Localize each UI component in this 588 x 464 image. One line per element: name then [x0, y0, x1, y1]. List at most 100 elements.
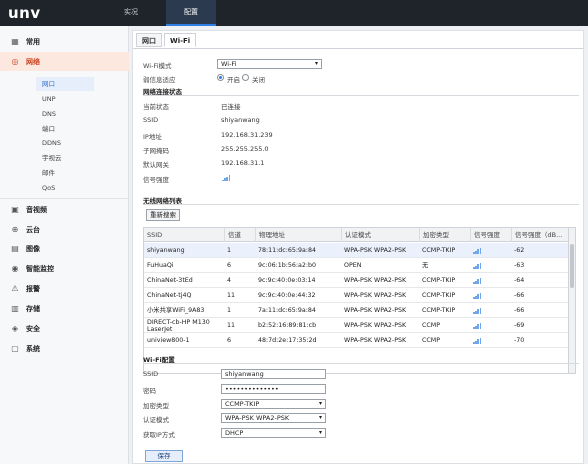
table-row[interactable]: shiyanwang 1 78:11:dc:65:9a:84 WPA-PSK WPA2…	[144, 243, 568, 258]
table-cell-channel: 1	[227, 307, 232, 314]
table-row[interactable]: ChinaNet-3tEd 4 9c:9c:40:0e:03:14 WPA-PSK W…	[144, 273, 568, 288]
sidebar-item-security[interactable]: ◈ 安全	[0, 319, 129, 338]
table-row[interactable]: uniview800-1 6 48:7d:2e:17:35:2d WPA-PSK WP…	[144, 333, 568, 348]
signal-strength-icon	[473, 307, 482, 314]
table-cell-channel: 6	[227, 337, 232, 344]
table-row[interactable]: FuHuaQi 6 9c:06:1b:56:a2:b0 OPEN 无 -63	[144, 258, 568, 273]
encryption-label: 加密类型	[143, 402, 169, 410]
sidebar-sub-dns[interactable]: DNS	[42, 107, 56, 121]
nav-config[interactable]: 配置	[166, 0, 216, 26]
sidebar-item-label: 存储	[26, 304, 40, 313]
alarm-icon: ⚠	[11, 284, 19, 293]
chevron-down-icon: ▾	[318, 400, 322, 407]
table-row[interactable]: 小米共享WiFi_9A83 1 7a:11:dc:65:9a:84 WPA-PSK W…	[144, 303, 568, 318]
column-header[interactable]: 认证模式	[341, 228, 419, 242]
sidebar-item-smart[interactable]: ◉ 智能监控	[0, 259, 129, 278]
table-row[interactable]: DIRECT-cb-HP M130 LaserJet 11 b2:52:16:89:…	[144, 318, 568, 333]
table-cell-signal	[470, 333, 511, 348]
sidebar-sub-ethernet[interactable]: 网口	[36, 77, 94, 91]
sidebar-sub-email[interactable]: 邮件	[42, 166, 55, 180]
divider	[0, 198, 129, 199]
encryption-value: CCMP-TKIP	[225, 400, 260, 408]
table-cell-enc: CCMP-TKIP	[422, 307, 456, 314]
image-icon: ▤	[11, 244, 19, 253]
status-value: 192.168.31.1	[221, 159, 265, 167]
divider	[143, 204, 579, 205]
sidebar-sub-unp[interactable]: UNP	[42, 92, 56, 106]
ssid-label: SSID	[143, 370, 159, 378]
table-cell-auth: WPA-PSK WPA2-PSK	[344, 307, 407, 314]
sidebar-item-image[interactable]: ▤ 图像	[0, 239, 129, 258]
ip-mode-label: 获取IP方式	[143, 431, 175, 439]
status-value: shiyanwang	[221, 116, 260, 124]
sidebar-sub-qos[interactable]: QoS	[42, 181, 55, 195]
table-cell-channel: 11	[227, 292, 236, 299]
tab-wifi[interactable]: Wi-Fi	[164, 33, 197, 47]
table-cell-db: -66	[514, 292, 525, 299]
table-cell-db: -70	[514, 337, 525, 344]
sidebar-item-alarm[interactable]: ⚠ 报警	[0, 279, 129, 298]
encryption-select[interactable]: CCMP-TKIP ▾	[221, 399, 326, 409]
table-cell-channel: 1	[227, 247, 232, 254]
column-header[interactable]: 加密类型	[419, 228, 470, 242]
refresh-button[interactable]: 重新搜索	[146, 209, 180, 221]
top-bar: unv 实况 配置	[0, 0, 588, 26]
sidebar-item-label: 智能监控	[26, 264, 54, 273]
ptz-icon: ⊕	[11, 225, 19, 234]
sidebar-item-label: 音视频	[26, 205, 47, 214]
table-cell-db: -64	[514, 277, 525, 284]
table-cell-ssid: FuHuaQi	[147, 262, 174, 269]
sidebar-sub-cloud[interactable]: 宇视云	[42, 151, 62, 165]
wifi-mode-select[interactable]: Wi-Fi ▾	[217, 59, 322, 69]
sidebar-item-label: 常用	[26, 37, 40, 46]
ip-mode-select[interactable]: DHCP ▾	[221, 428, 326, 438]
chevron-down-icon: ▾	[318, 429, 322, 436]
grid-icon: ▦	[11, 37, 19, 46]
content-panel: 网口 Wi-Fi Wi-Fi模式 Wi-Fi ▾ 弱信息适应 开启 关闭 网络连…	[132, 30, 584, 464]
column-header[interactable]: 信道	[224, 228, 255, 242]
table-cell-mac: 7a:11:dc:65:9a:84	[258, 307, 316, 314]
table-row[interactable]: ChinaNet-tj4Q 11 9c:9c:40:0e:44:32 WPA-PSK …	[144, 288, 568, 303]
ssid-input[interactable]: shiyanwang	[221, 369, 326, 379]
globe-icon: ◎	[11, 57, 19, 66]
ip-mode-value: DHCP	[225, 429, 244, 437]
password-input[interactable]: ••••••••••••••	[221, 384, 326, 394]
table-cell-ssid: 小米共享WiFi_9A83	[147, 307, 205, 314]
column-header[interactable]: 物理地址	[255, 228, 341, 242]
weak-signal-on-radio[interactable]	[217, 74, 224, 81]
table-cell-ssid: ChinaNet-3tEd	[147, 277, 193, 284]
table-scrollbar[interactable]	[569, 227, 576, 374]
brand-logo: unv	[8, 4, 41, 22]
wifi-mode-label: Wi-Fi模式	[143, 62, 172, 70]
tab-bar: 网口 Wi-Fi	[136, 33, 198, 49]
signal-strength-icon	[473, 277, 482, 284]
tab-ethernet[interactable]: 网口	[136, 33, 162, 47]
weak-signal-label: 弱信息适应	[143, 76, 176, 84]
table-cell-channel: 6	[227, 262, 232, 269]
shield-icon: ◈	[11, 324, 19, 333]
sidebar-item-network[interactable]: ◎ 网络	[0, 52, 129, 71]
column-header[interactable]: 信号强度	[470, 228, 511, 242]
sidebar-item-ptz[interactable]: ⊕ 云台	[0, 220, 129, 239]
sidebar-item-system[interactable]: ▢ 系统	[0, 339, 129, 358]
table-cell-channel: 11	[227, 322, 236, 329]
sidebar-item-storage[interactable]: ▥ 存储	[0, 299, 129, 318]
save-button[interactable]: 保存	[145, 450, 183, 462]
status-label: SSID	[143, 116, 159, 124]
sidebar-item-av[interactable]: ▣ 音视频	[0, 200, 129, 219]
column-header[interactable]: 信号强度（dB...	[511, 228, 568, 242]
table-cell-auth: WPA-PSK WPA2-PSK	[344, 322, 407, 329]
table-cell-enc: CCMP-TKIP	[422, 277, 456, 284]
nav-preview[interactable]: 实况	[106, 0, 156, 26]
table-cell-ssid: ChinaNet-tj4Q	[147, 292, 192, 299]
table-cell-mac: 9c:9c:40:0e:44:32	[258, 292, 316, 299]
scrollbar-thumb[interactable]	[570, 244, 574, 288]
sidebar-sub-port[interactable]: 端口	[42, 122, 55, 136]
auth-mode-select[interactable]: WPA-PSK WPA2-PSK ▾	[221, 413, 326, 423]
sidebar-sub-ddns[interactable]: DDNS	[42, 136, 61, 150]
column-header[interactable]: SSID	[144, 228, 224, 242]
table-cell-signal	[470, 303, 511, 318]
status-value: 已连接	[221, 103, 241, 111]
sidebar-item-common[interactable]: ▦ 常用	[0, 32, 129, 51]
weak-signal-off-radio[interactable]	[242, 74, 249, 81]
